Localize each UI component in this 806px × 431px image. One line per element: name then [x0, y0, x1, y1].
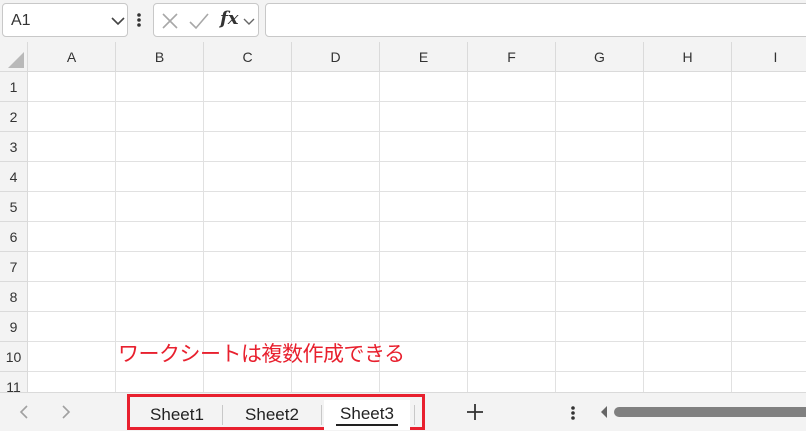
tab-divider	[321, 405, 322, 425]
column-header-f[interactable]: F	[468, 42, 556, 72]
sheet-tab-bar: Sheet1 Sheet2 Sheet3	[0, 392, 806, 431]
horizontal-scrollbar-thumb[interactable]	[614, 407, 806, 417]
chevron-left-icon[interactable]	[16, 403, 34, 421]
row-header-7[interactable]: 7	[0, 252, 28, 282]
triangle-left-icon[interactable]	[599, 405, 609, 419]
formula-bar: A1 fx	[0, 0, 806, 42]
chevron-down-icon[interactable]	[242, 13, 256, 29]
column-header-d[interactable]: D	[292, 42, 380, 72]
enter-check-icon[interactable]	[188, 11, 210, 31]
column-header-e[interactable]: E	[380, 42, 468, 72]
vertical-ellipsis-icon[interactable]	[568, 403, 578, 423]
cancel-x-icon[interactable]	[160, 11, 180, 31]
plus-icon[interactable]	[463, 400, 487, 424]
sheet-tab-sheet1[interactable]: Sheet1	[133, 401, 221, 429]
sheet-tab-sheet3-active[interactable]: Sheet3	[324, 400, 410, 430]
row-header-5[interactable]: 5	[0, 192, 28, 222]
row-header-11[interactable]: 11	[0, 372, 28, 392]
row-header-9[interactable]: 9	[0, 312, 28, 342]
name-box-value: A1	[11, 12, 31, 29]
column-header-i[interactable]: I	[732, 42, 806, 72]
chevron-down-icon[interactable]	[109, 12, 127, 30]
sheet-tab-label: Sheet3	[340, 404, 394, 423]
row-header-4[interactable]: 4	[0, 162, 28, 192]
tab-divider	[414, 405, 415, 425]
annotation-text: ワークシートは複数作成できる	[118, 342, 405, 366]
row-header-2[interactable]: 2	[0, 102, 28, 132]
column-header-c[interactable]: C	[204, 42, 292, 72]
formula-function-group: fx	[153, 3, 259, 37]
sheet-tab-sheet2[interactable]: Sheet2	[224, 401, 320, 429]
formula-input[interactable]	[265, 3, 806, 37]
vertical-ellipsis-icon[interactable]	[134, 10, 144, 30]
column-header-h[interactable]: H	[644, 42, 732, 72]
active-tab-underline	[336, 424, 398, 426]
select-all-button[interactable]	[0, 42, 28, 72]
row-header-10[interactable]: 10	[0, 342, 28, 372]
select-all-triangle-icon	[8, 52, 24, 68]
name-box[interactable]: A1	[2, 3, 128, 37]
row-header-8[interactable]: 8	[0, 282, 28, 312]
spreadsheet-grid: A B C D E F G H I 1 2 3 4 5 6 7 8 9 10 1…	[0, 42, 806, 392]
chevron-right-icon[interactable]	[56, 403, 74, 421]
column-header-g[interactable]: G	[556, 42, 644, 72]
tab-divider	[222, 405, 223, 425]
row-header-1[interactable]: 1	[0, 72, 28, 102]
column-header-b[interactable]: B	[116, 42, 204, 72]
row-header-6[interactable]: 6	[0, 222, 28, 252]
row-header-3[interactable]: 3	[0, 132, 28, 162]
column-header-a[interactable]: A	[28, 42, 116, 72]
sheet-tabs-highlight: Sheet1 Sheet2 Sheet3	[127, 394, 425, 430]
insert-function-button[interactable]: fx	[220, 8, 238, 29]
